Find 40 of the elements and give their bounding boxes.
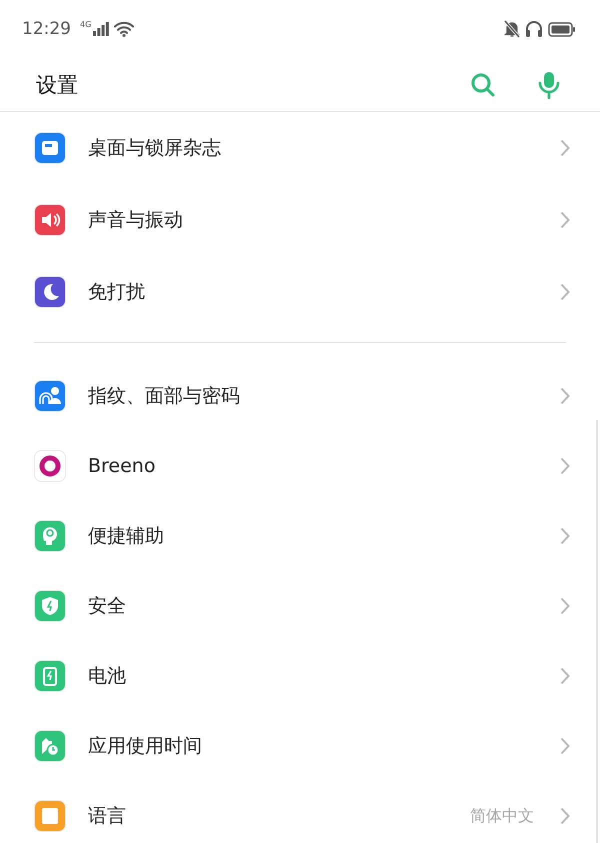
settings-item[interactable]: 免打扰 — [0, 256, 600, 328]
moon-icon — [34, 276, 66, 308]
battery-icon — [34, 660, 66, 692]
signal-icon — [93, 22, 110, 36]
headphones-icon — [525, 20, 543, 38]
chevron-icon — [560, 667, 570, 685]
search-icon[interactable] — [470, 72, 496, 98]
settings-item[interactable]: 便捷辅助 — [0, 501, 600, 571]
speaker-icon — [34, 204, 66, 236]
settings-item[interactable]: 语言 简体中文 — [0, 781, 600, 843]
chevron-icon — [560, 457, 570, 475]
chevron-icon — [560, 737, 570, 755]
chevron-icon — [560, 139, 570, 157]
clock-icon — [34, 730, 66, 762]
chevron-icon — [560, 597, 570, 615]
chevron-icon — [560, 387, 570, 405]
settings-item[interactable]: 应用使用时间 — [0, 711, 600, 781]
settings-item[interactable]: 电池 — [0, 641, 600, 711]
chevron-icon — [560, 527, 570, 545]
settings-item[interactable]: Breeno — [0, 431, 600, 501]
chevron-icon — [560, 807, 570, 825]
settings-item[interactable]: 声音与振动 — [0, 184, 600, 256]
head-icon — [34, 520, 66, 552]
chevron-icon — [560, 283, 570, 301]
muted-bell-icon — [504, 20, 520, 38]
microphone-icon[interactable] — [538, 70, 560, 98]
item-value: 简体中文 — [470, 806, 534, 826]
settings-item[interactable]: 安全 — [0, 571, 600, 641]
person-icon — [34, 380, 66, 412]
settings-item[interactable]: 指纹、面部与密码 — [0, 361, 600, 431]
status-time: 12:29 — [22, 19, 71, 39]
image-icon — [34, 132, 66, 164]
wifi-icon — [114, 21, 134, 37]
page-title: 设置 — [36, 72, 78, 98]
settings-item[interactable]: 桌面与锁屏杂志 — [0, 112, 600, 184]
battery-icon — [548, 22, 576, 36]
ring-icon — [34, 450, 66, 482]
shield-icon — [34, 590, 66, 622]
network-type: 4G — [80, 20, 92, 28]
chevron-icon — [560, 211, 570, 229]
